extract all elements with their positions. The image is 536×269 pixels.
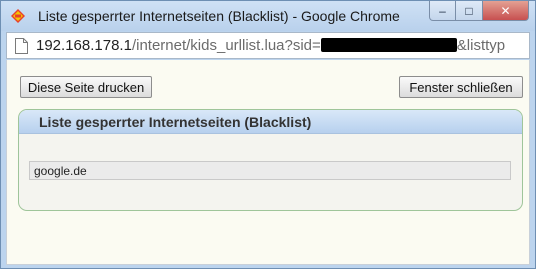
panel-header: Liste gesperrter Internetseiten (Blackli… xyxy=(19,110,522,134)
url-suffix: &listtyp xyxy=(456,37,506,54)
browser-window: Liste gesperrter Internetseiten (Blackli… xyxy=(0,0,536,269)
fritzbox-icon xyxy=(11,9,25,23)
url-host: 192.168.178.1 xyxy=(36,37,132,54)
url-path: /internet/kids_urllist.lua?sid= xyxy=(131,37,321,54)
address-bar[interactable]: 192.168.178.1/internet/kids_urllist.lua?… xyxy=(6,32,530,59)
minimize-icon: – xyxy=(439,3,446,18)
minimize-button[interactable]: – xyxy=(429,1,456,21)
window-title: Liste gesperrter Internetseiten (Blackli… xyxy=(38,8,400,24)
close-icon: ✕ xyxy=(500,3,511,18)
maximize-button[interactable]: □ xyxy=(456,1,483,21)
print-page-button[interactable]: Diese Seite drucken xyxy=(20,76,152,98)
close-window-page-button[interactable]: Fenster schließen xyxy=(399,76,523,98)
blacklist-entry[interactable]: google.de xyxy=(29,161,511,180)
page-content: Diese Seite drucken Fenster schließen Li… xyxy=(6,60,530,265)
maximize-icon: □ xyxy=(465,3,473,18)
redacted-session-id xyxy=(320,38,457,52)
title-bar[interactable]: Liste gesperrter Internetseiten (Blackli… xyxy=(1,1,535,31)
page-icon xyxy=(15,38,28,54)
window-controls: – □ ✕ xyxy=(429,1,529,21)
panel-title: Liste gesperrter Internetseiten (Blackli… xyxy=(39,114,312,130)
close-window-button[interactable]: ✕ xyxy=(483,1,529,21)
url-text[interactable]: 192.168.178.1/internet/kids_urllist.lua?… xyxy=(36,37,526,54)
blacklist-panel: Liste gesperrter Internetseiten (Blackli… xyxy=(18,109,523,211)
